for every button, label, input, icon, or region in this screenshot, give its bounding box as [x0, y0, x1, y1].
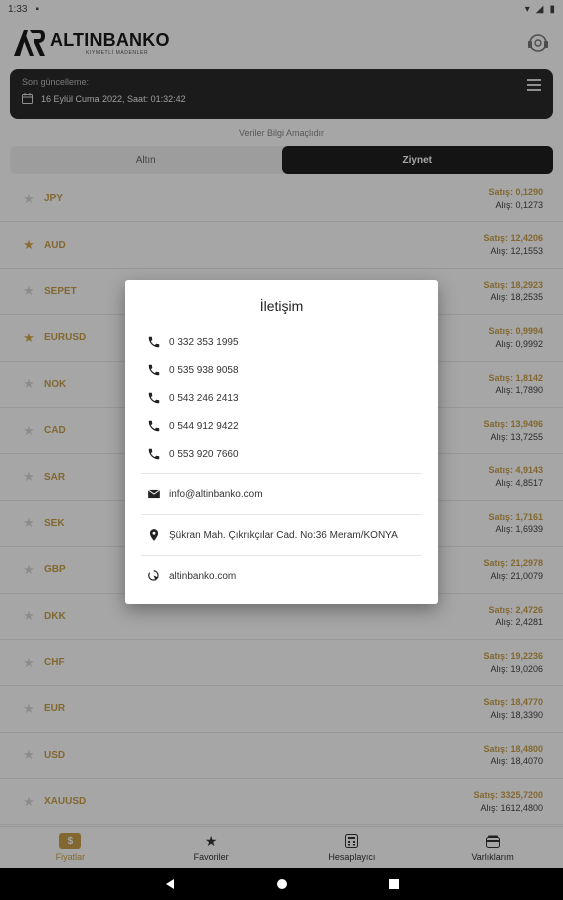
- phone-icon: [148, 448, 160, 460]
- website-url: altinbanko.com: [169, 570, 237, 582]
- address-text: Şükran Mah. Çıkrıkçılar Cad. No:36 Meram…: [169, 529, 398, 541]
- phone-icon: [148, 392, 160, 404]
- email-row[interactable]: info@altinbanko.com: [141, 479, 422, 509]
- dialog-title: İletişim: [259, 298, 304, 314]
- location-pin-icon: [149, 529, 159, 541]
- divider: [141, 555, 422, 556]
- phone-number: 0 332 353 1995: [169, 336, 239, 348]
- home-icon[interactable]: [276, 878, 288, 890]
- phone-number: 0 553 920 7660: [169, 448, 239, 460]
- phone-row[interactable]: 0 332 353 1995: [141, 328, 422, 356]
- web-click-icon: [148, 570, 159, 581]
- phone-icon: [148, 420, 160, 432]
- contact-dialog: İletişim 0 332 353 1995 0 535 938 9058 0…: [125, 280, 438, 604]
- phone-number: 0 535 938 9058: [169, 364, 239, 376]
- email-address: info@altinbanko.com: [169, 488, 263, 500]
- phone-number: 0 543 246 2413: [169, 392, 239, 404]
- phone-number: 0 544 912 9422: [169, 420, 239, 432]
- website-row[interactable]: altinbanko.com: [141, 561, 422, 591]
- divider: [141, 473, 422, 474]
- system-nav-bar: [0, 868, 563, 900]
- divider: [141, 514, 422, 515]
- back-icon[interactable]: [164, 878, 176, 890]
- phone-row[interactable]: 0 543 246 2413: [141, 384, 422, 412]
- address-row[interactable]: Şükran Mah. Çıkrıkçılar Cad. No:36 Meram…: [141, 520, 422, 550]
- phone-row[interactable]: 0 544 912 9422: [141, 412, 422, 440]
- phone-icon: [148, 364, 160, 376]
- phone-icon: [148, 336, 160, 348]
- phone-row[interactable]: 0 535 938 9058: [141, 356, 422, 384]
- recents-icon[interactable]: [388, 878, 400, 890]
- phone-row[interactable]: 0 553 920 7660: [141, 440, 422, 468]
- mail-icon: [147, 489, 161, 499]
